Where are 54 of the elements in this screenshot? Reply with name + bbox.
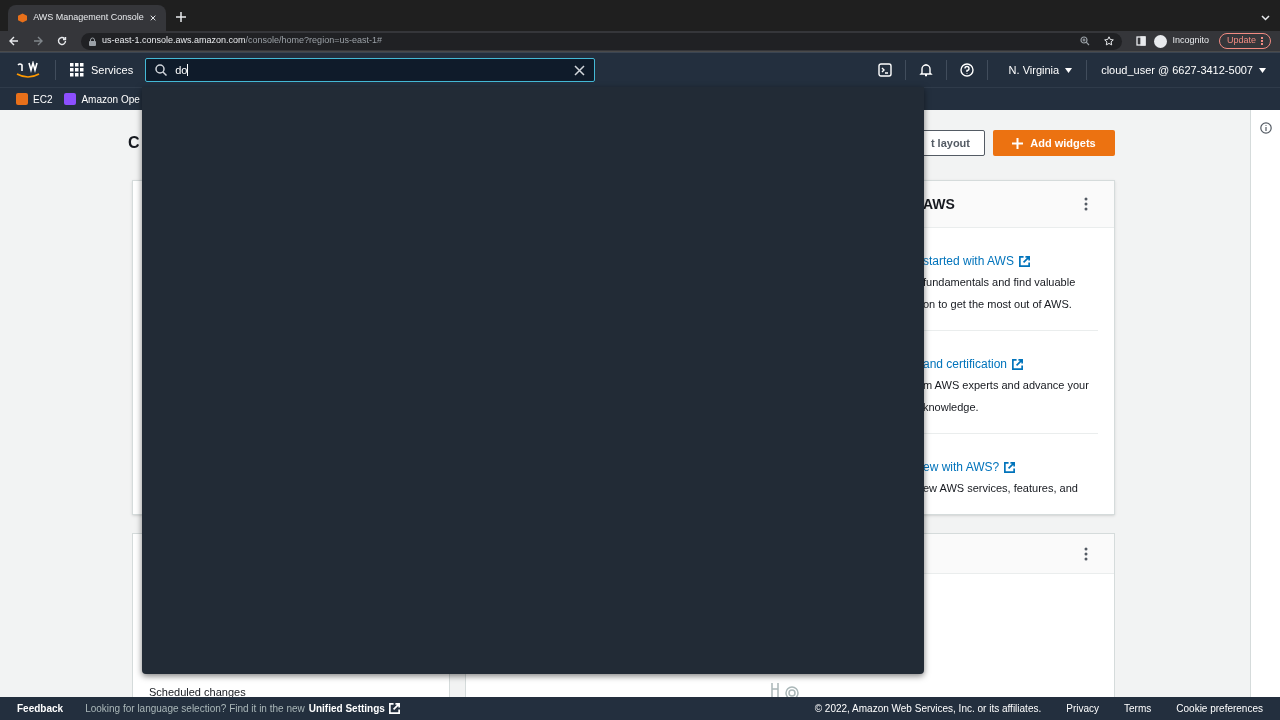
plus-icon xyxy=(1012,137,1024,149)
caret-icon xyxy=(1065,67,1073,73)
resource-link[interactable]: ew with AWS? xyxy=(923,458,1098,476)
feedback-link[interactable]: Feedback xyxy=(17,701,64,716)
grid-icon xyxy=(70,63,84,77)
footer-link[interactable]: Cookie preferences xyxy=(1176,701,1263,716)
new-tab-icon[interactable] xyxy=(176,12,186,22)
settings-link[interactable]: Unified Settings xyxy=(308,701,401,716)
favorite-link[interactable]: EC2 xyxy=(16,91,53,107)
caret-icon xyxy=(1259,67,1266,73)
lock-icon xyxy=(89,36,96,46)
terminal-icon[interactable] xyxy=(877,63,892,77)
info-icon[interactable] xyxy=(1259,122,1272,134)
widget-title: AWS xyxy=(923,194,956,214)
star-icon[interactable] xyxy=(1104,36,1115,46)
page-title: C xyxy=(128,133,140,153)
account-menu[interactable]: cloud_user @ 6627-3412-5007 xyxy=(1101,61,1266,79)
bell-icon[interactable] xyxy=(918,63,933,77)
forward-arrow-icon[interactable] xyxy=(33,36,43,46)
copyright-text: © 2022, Amazon Web Services, Inc. or its affiliates. xyxy=(814,702,1042,716)
close-icon[interactable] xyxy=(149,14,156,22)
more-options-icon[interactable] xyxy=(1084,197,1088,211)
search-field[interactable]: do xyxy=(145,58,596,82)
browser-tab[interactable]: AWS Management Console xyxy=(8,5,166,31)
side-panel-icon[interactable] xyxy=(1136,36,1147,46)
footer-link[interactable]: Privacy xyxy=(1066,701,1100,716)
region-menu[interactable]: N. Virginia xyxy=(1008,61,1073,79)
profile-chip[interactable]: Incognito xyxy=(1154,34,1209,48)
favorite-link[interactable]: Amazon Ope xyxy=(64,91,140,107)
external-link-icon xyxy=(1011,357,1025,371)
description-text: on to get the most out of AWS. xyxy=(923,297,1073,312)
services-menu[interactable]: Services xyxy=(70,61,134,79)
resource-link[interactable]: and certification xyxy=(923,355,1098,373)
cube-icon xyxy=(18,12,28,24)
description-text: m AWS experts and advance your xyxy=(923,378,1090,393)
description-text: fundamentals and find valuable xyxy=(923,275,1077,290)
address-bar[interactable]: us-east-1.console.aws.amazon.com/console/home?region=us-east-1# xyxy=(81,32,1123,50)
description-text: ew AWS services, features, and xyxy=(923,481,1079,496)
chevron-down-icon[interactable] xyxy=(1261,15,1270,21)
search-icon xyxy=(155,64,168,76)
external-link-icon xyxy=(1003,460,1017,474)
more-options-icon[interactable] xyxy=(1084,546,1088,561)
description-text: knowledge. xyxy=(923,400,980,415)
zoom-icon[interactable] xyxy=(1080,36,1091,46)
aws-logo[interactable] xyxy=(15,61,41,79)
back-arrow-icon[interactable] xyxy=(9,36,19,46)
resource-link[interactable]: started with AWS xyxy=(923,252,1098,270)
footer-note: Looking for language selection? Find it in the new xyxy=(85,702,305,716)
external-link-icon xyxy=(1017,254,1031,268)
help-icon[interactable] xyxy=(959,63,974,77)
reload-icon[interactable] xyxy=(57,36,67,46)
footer-link[interactable]: Terms xyxy=(1124,701,1152,716)
external-link-icon xyxy=(387,702,401,715)
close-icon[interactable] xyxy=(574,64,586,76)
